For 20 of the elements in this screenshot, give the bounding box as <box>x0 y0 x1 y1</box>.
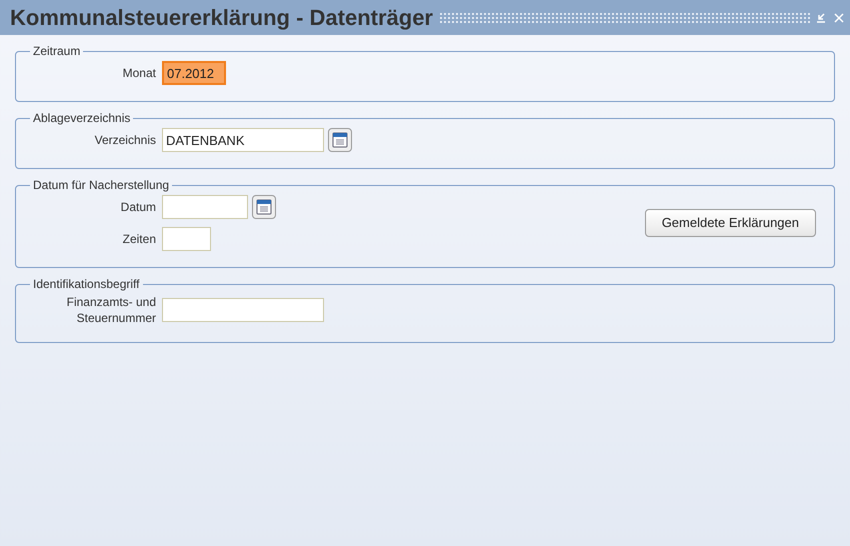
minimize-icon[interactable] <box>816 12 826 22</box>
field-label: Finanzamts- und Steuernummer <box>66 294 157 326</box>
input-field[interactable] <box>162 227 211 251</box>
group-title: Zeitraum <box>32 45 82 57</box>
field-label: Monat <box>122 64 157 82</box>
group-title: Datum für Nacherstellung <box>32 179 170 191</box>
field-label: Zeiten <box>122 230 157 248</box>
input-field[interactable]: 07.2012 <box>162 61 226 85</box>
close-icon[interactable] <box>834 12 844 22</box>
input-field[interactable] <box>162 195 248 219</box>
calendar-button[interactable] <box>252 195 276 219</box>
input-field[interactable]: DATENBANK <box>162 128 324 152</box>
reported-declarations-button[interactable]: Gemeldete Erklärungen <box>644 209 816 237</box>
field-label: Verzeichnis <box>94 132 157 148</box>
input-field[interactable] <box>162 298 324 322</box>
group-title: Ablageverzeichnis <box>32 112 132 124</box>
group-title: Identifikationsbegriff <box>32 278 141 290</box>
field-label: Datum <box>120 198 157 216</box>
window-title: Kommunalsteuererklärung - Datenträger <box>10 4 433 32</box>
calendar-button[interactable] <box>328 128 352 152</box>
